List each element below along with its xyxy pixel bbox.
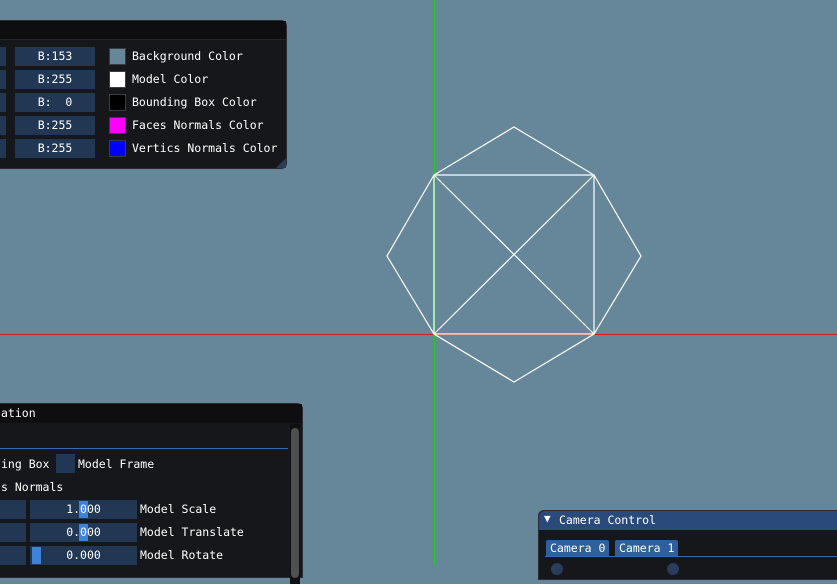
- normals-checkbox-label: s Normals: [1, 480, 64, 494]
- color-settings-panel: B:153 Background Color B:255 Model Color…: [0, 20, 287, 169]
- color-swatch[interactable]: [109, 140, 126, 157]
- model-translate-prev-field[interactable]: [0, 523, 26, 542]
- vertical-scrollbar[interactable]: [290, 424, 300, 584]
- color-label: Model Color: [132, 72, 209, 86]
- model-scale-value: 1.000: [66, 502, 101, 516]
- model-frame-label: Model Frame: [78, 457, 155, 471]
- b-channel-field[interactable]: B: 0: [15, 93, 95, 112]
- model-scale-prev-field[interactable]: [0, 500, 26, 519]
- tab-camera-0[interactable]: Camera 0: [546, 540, 610, 556]
- b-channel-value: B:255: [37, 141, 73, 155]
- b-channel-field[interactable]: B:255: [15, 139, 95, 158]
- b-channel-value: B:255: [37, 72, 73, 86]
- tab-camera-1[interactable]: Camera 1: [615, 540, 679, 556]
- bounding-box-color-row: B: 0 Bounding Box Color: [0, 93, 288, 112]
- g-channel-field[interactable]: [0, 70, 6, 89]
- model-translate-slider[interactable]: 0.000: [30, 523, 137, 542]
- panel-title: Camera Control: [559, 513, 656, 527]
- model-frame-checkbox[interactable]: [56, 454, 75, 473]
- b-channel-value: B:255: [37, 118, 73, 132]
- model-translate-row: 0.000 Model Translate: [0, 523, 291, 542]
- background-color-row: B:153 Background Color: [0, 47, 288, 66]
- color-label: Background Color: [132, 49, 243, 63]
- model-translate-value: 0.000: [66, 525, 101, 539]
- color-swatch[interactable]: [109, 71, 126, 88]
- model-rotate-label: Model Rotate: [140, 548, 224, 562]
- resize-grip[interactable]: [276, 158, 286, 168]
- g-channel-field[interactable]: [0, 116, 6, 135]
- color-label: Bounding Box Color: [132, 95, 257, 109]
- color-label: Faces Normals Color: [132, 118, 264, 132]
- color-swatch[interactable]: [109, 48, 126, 65]
- model-scale-slider[interactable]: 1.000: [30, 500, 137, 519]
- transformation-panel: ation ing Box Model Frame s Normals 1.00…: [0, 403, 303, 584]
- separator: [0, 448, 288, 449]
- b-channel-field[interactable]: B:255: [15, 70, 95, 89]
- camera-control-panel: ▼ Camera Control Camera 0 Camera 1: [538, 510, 837, 580]
- bounding-box-checkbox-label: ing Box: [1, 457, 50, 471]
- model-scale-label: Model Scale: [140, 502, 217, 516]
- color-swatch[interactable]: [109, 117, 126, 134]
- model-rotate-slider[interactable]: 0.000: [30, 546, 137, 565]
- scrollbar-thumb[interactable]: [291, 428, 299, 578]
- color-panel-titlebar[interactable]: [0, 21, 286, 40]
- b-channel-field[interactable]: B:255: [15, 116, 95, 135]
- panel-title: ation: [1, 406, 36, 420]
- faces-normals-color-row: B:255 Faces Normals Color: [0, 116, 288, 135]
- wireframe-model: [386, 126, 642, 383]
- b-channel-value: B: 0: [37, 95, 73, 109]
- tab-separator: [545, 556, 837, 557]
- b-channel-field[interactable]: B:153: [15, 47, 95, 66]
- g-channel-field[interactable]: [0, 93, 6, 112]
- b-channel-value: B:153: [37, 49, 73, 63]
- model-rotate-prev-field[interactable]: [0, 546, 26, 565]
- color-swatch[interactable]: [109, 94, 126, 111]
- model-scale-row: 1.000 Model Scale: [0, 500, 291, 519]
- g-channel-field[interactable]: [0, 139, 6, 158]
- g-channel-field[interactable]: [0, 47, 6, 66]
- triangle-down-icon[interactable]: ▼: [544, 512, 551, 525]
- color-label: Vertics Normals Color: [132, 141, 278, 155]
- model-translate-label: Model Translate: [140, 525, 244, 539]
- transformation-panel-titlebar[interactable]: ation: [0, 404, 302, 423]
- camera-panel-titlebar[interactable]: ▼ Camera Control: [539, 511, 837, 530]
- model-color-row: B:255 Model Color: [0, 70, 288, 89]
- model-rotate-row: 0.000 Model Rotate: [0, 546, 291, 565]
- vertices-normals-color-row: B:255 Vertics Normals Color: [0, 139, 288, 158]
- model-rotate-value: 0.000: [66, 548, 101, 562]
